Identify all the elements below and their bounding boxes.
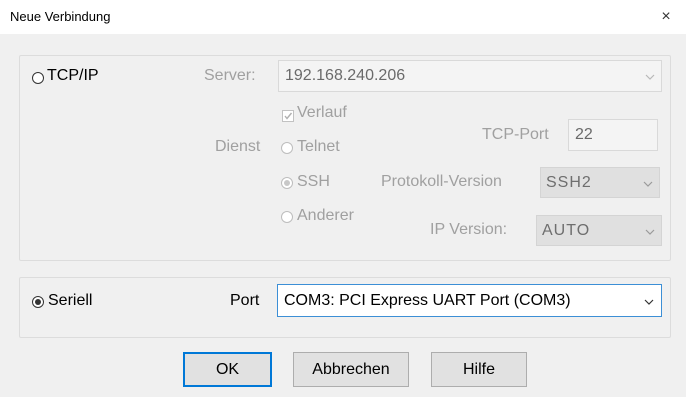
close-icon: × bbox=[661, 8, 671, 25]
serial-radio[interactable] bbox=[32, 296, 44, 308]
other-label: Anderer bbox=[297, 207, 354, 224]
tcpip-label: TCP/IP bbox=[47, 67, 99, 84]
chevron-down-icon bbox=[644, 292, 654, 310]
window-title: Neue Verbindung bbox=[10, 9, 111, 24]
server-value: 192.168.240.206 bbox=[285, 67, 406, 84]
close-button[interactable]: × bbox=[646, 0, 686, 34]
protocol-version-label: Protokoll-Version bbox=[381, 173, 502, 190]
history-checkbox[interactable] bbox=[282, 110, 294, 122]
tcpip-radio[interactable] bbox=[32, 72, 44, 84]
tcp-port-label: TCP-Port bbox=[482, 126, 549, 143]
protocol-version-value: SSH2 bbox=[546, 173, 592, 191]
check-icon bbox=[284, 112, 293, 120]
title-bar: Neue Verbindung × bbox=[0, 0, 686, 34]
port-select[interactable]: COM3: PCI Express UART Port (COM3) bbox=[277, 284, 662, 317]
port-value: COM3: PCI Express UART Port (COM3) bbox=[284, 291, 571, 309]
history-label: Verlauf bbox=[297, 104, 347, 121]
chevron-down-icon bbox=[645, 222, 655, 240]
telnet-label: Telnet bbox=[297, 138, 340, 155]
port-label: Port bbox=[230, 292, 260, 309]
telnet-radio[interactable] bbox=[281, 142, 293, 154]
service-label: Dienst bbox=[215, 138, 261, 155]
chevron-down-icon bbox=[643, 174, 653, 192]
ip-version-label: IP Version: bbox=[430, 221, 508, 238]
ip-version-value: AUTO bbox=[542, 221, 591, 239]
dialog-client: TCP/IP Server: 192.168.240.206 Verlauf D… bbox=[0, 34, 686, 397]
tcp-port-value: 22 bbox=[575, 126, 593, 143]
tcp-port-input[interactable]: 22 bbox=[568, 119, 658, 151]
ssh-label: SSH bbox=[297, 173, 330, 190]
ssh-radio[interactable] bbox=[281, 177, 293, 189]
help-button[interactable]: Hilfe bbox=[431, 352, 527, 387]
serial-label: Seriell bbox=[48, 292, 93, 309]
ip-version-select[interactable]: AUTO bbox=[536, 215, 662, 246]
ok-button[interactable]: OK bbox=[183, 352, 272, 387]
chevron-down-icon bbox=[645, 67, 655, 85]
other-radio[interactable] bbox=[281, 211, 293, 223]
server-label: Server: bbox=[204, 67, 256, 84]
cancel-button[interactable]: Abbrechen bbox=[293, 352, 409, 387]
server-combobox[interactable]: 192.168.240.206 bbox=[278, 60, 662, 92]
protocol-version-select[interactable]: SSH2 bbox=[540, 167, 660, 198]
